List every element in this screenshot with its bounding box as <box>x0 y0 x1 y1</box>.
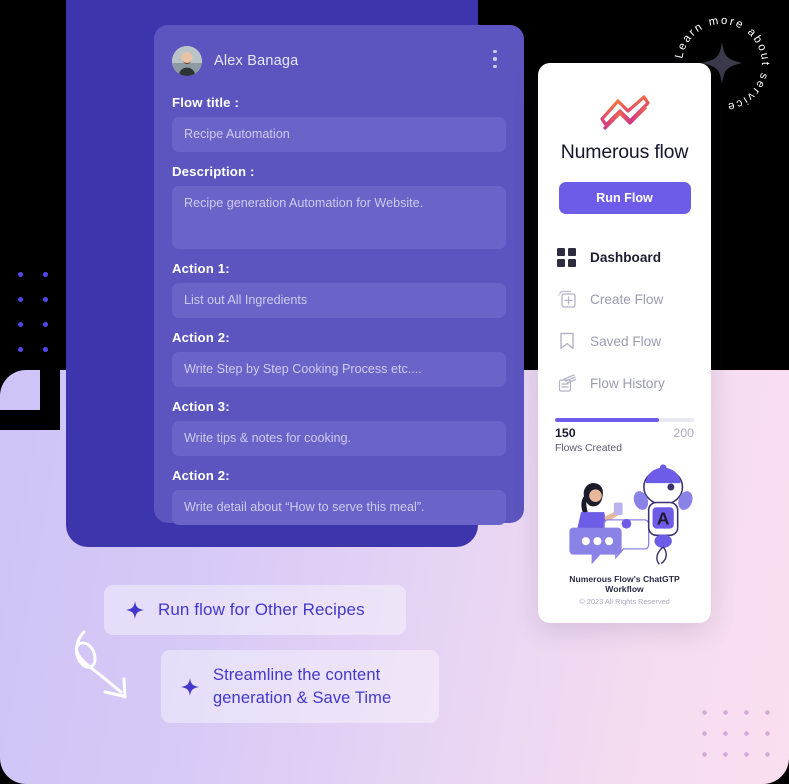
callout-streamline[interactable]: Streamline the content generation & Save… <box>161 650 439 723</box>
field-label: Action 2: <box>172 468 230 483</box>
progress-track <box>555 418 694 422</box>
progress-max: 200 <box>673 426 694 440</box>
callout-label: Run flow for Other Recipes <box>158 600 365 619</box>
field-label: Action 3: <box>172 399 230 414</box>
progress-values: 150 200 <box>555 426 694 440</box>
field-label: Action 1: <box>172 261 230 276</box>
progress-fill <box>555 418 660 422</box>
action-1-input[interactable]: List out All Ingredients <box>172 283 506 318</box>
footer-copyright: © 2023 All Rights Reserved <box>579 597 670 606</box>
avatar <box>172 46 202 76</box>
kebab-menu-icon[interactable] <box>486 47 504 71</box>
app-sidebar-card: Numerous flow Run Flow Dashboard Create … <box>538 63 711 623</box>
history-icon <box>556 373 577 394</box>
field-label: Description : <box>172 164 255 179</box>
action-3-input[interactable]: Write tips & notes for cooking. <box>172 421 506 456</box>
run-flow-button[interactable]: Run Flow <box>558 182 691 214</box>
user-name: Alex Banaga <box>214 53 299 69</box>
dot-grid-pattern-right <box>694 702 782 769</box>
sidebar-item-label: Flow History <box>590 375 665 391</box>
flows-created-progress: 150 200 Flows Created <box>552 418 697 454</box>
brand-name: Numerous flow <box>560 141 689 163</box>
sparkle-icon <box>126 601 144 619</box>
sidebar-item-flow-history[interactable]: Flow History <box>552 362 697 404</box>
field-label: Action 2: <box>172 330 230 345</box>
footer-title: Numerous Flow's ChatGTP Workflow <box>569 574 680 594</box>
sidebar-item-label: Dashboard <box>590 249 662 265</box>
sidebar-item-saved-flow[interactable]: Saved Flow <box>552 320 697 362</box>
grid-icon <box>556 247 577 268</box>
sidebar-item-label: Saved Flow <box>590 333 662 349</box>
sidebar-item-dashboard[interactable]: Dashboard <box>552 236 697 278</box>
sidebar-item-label: Create Flow <box>590 291 664 307</box>
action-4-input[interactable]: Write detail about “How to serve this me… <box>172 490 506 525</box>
chatbot-illustration: A <box>552 462 697 570</box>
flow-card-header: Alex Banaga <box>172 41 506 81</box>
dot-grid-pattern-left <box>8 262 66 354</box>
bookmark-icon <box>556 331 577 352</box>
sidebar-menu: Dashboard Create Flow Saved Flow Flow Hi… <box>552 236 697 404</box>
callout-label: Streamline the content generation & Save… <box>213 666 392 707</box>
gradient-corner <box>0 370 60 430</box>
flow-title-input[interactable]: Recipe Automation <box>172 117 506 152</box>
description-input[interactable]: Recipe generation Automation for Website… <box>172 186 506 249</box>
progress-caption: Flows Created <box>555 443 622 454</box>
numerous-flow-logo <box>552 93 697 137</box>
add-square-icon <box>556 289 577 310</box>
svg-text:A: A <box>657 509 670 529</box>
progress-current: 150 <box>555 426 576 440</box>
flow-panel: Alex Banaga Flow title : Recipe Automati… <box>66 0 524 547</box>
sidebar-item-create-flow[interactable]: Create Flow <box>552 278 697 320</box>
action-2-input[interactable]: Write Step by Step Cooking Process etc..… <box>172 352 506 387</box>
sparkle-icon <box>181 677 199 696</box>
curly-arrow-icon <box>62 622 154 710</box>
flow-card: Alex Banaga Flow title : Recipe Automati… <box>154 25 524 525</box>
field-label: Flow title : <box>172 95 239 110</box>
